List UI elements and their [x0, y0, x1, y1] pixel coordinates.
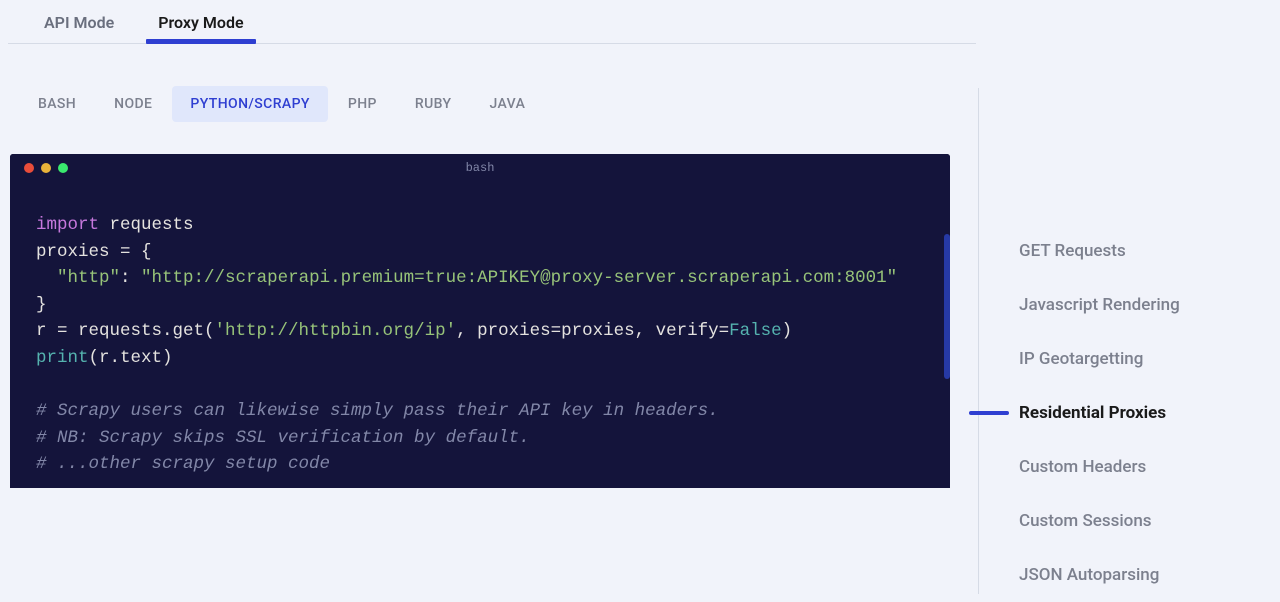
mode-tabs: API Mode Proxy Mode: [8, 0, 976, 44]
code-line: proxies = {: [36, 239, 930, 266]
code-comment: # NB: Scrapy skips SSL verification by d…: [36, 425, 930, 452]
code-id: (r.text): [89, 348, 173, 368]
nav-custom-sessions[interactable]: Custom Sessions: [979, 494, 1278, 548]
code-string-key: "http": [36, 268, 120, 288]
nav-residential-proxies[interactable]: Residential Proxies: [979, 386, 1278, 440]
terminal-header: bash: [10, 154, 950, 182]
code-string: 'http://httpbin.org/ip': [215, 321, 457, 341]
code-line: [36, 372, 930, 399]
code-line: r = requests.get('http://httpbin.org/ip'…: [36, 318, 930, 345]
code-id: ): [782, 321, 793, 341]
code-line: "http": "http://scraperapi.premium=true:…: [36, 265, 930, 292]
code-punct: :: [120, 268, 141, 288]
code-call: print: [36, 348, 89, 368]
lang-tab-bash[interactable]: BASH: [20, 86, 94, 122]
code-line: }: [36, 292, 930, 319]
code-id: , proxies=proxies, verify=: [456, 321, 729, 341]
lang-tab-ruby[interactable]: RUBY: [397, 86, 470, 122]
code-string: "http://scraperapi.premium=true:APIKEY@p…: [141, 268, 897, 288]
lang-tab-node[interactable]: NODE: [96, 86, 170, 122]
scrollbar[interactable]: [944, 234, 950, 379]
terminal-body: import requests proxies = { "http": "htt…: [10, 182, 950, 488]
code-comment: # Scrapy users can likewise simply pass …: [36, 398, 930, 425]
nav-json-autoparsing[interactable]: JSON Autoparsing: [979, 548, 1278, 602]
code-module: requests: [110, 215, 194, 235]
nav-get-requests[interactable]: GET Requests: [979, 224, 1278, 278]
code-line: import requests: [36, 212, 930, 239]
code-id: r = requests.get(: [36, 321, 215, 341]
code-keyword: import: [36, 215, 110, 235]
nav-custom-headers[interactable]: Custom Headers: [979, 440, 1278, 494]
lang-tab-python-scrapy[interactable]: PYTHON/SCRAPY: [172, 86, 328, 122]
section-nav: GET Requests Javascript Rendering IP Geo…: [978, 88, 1278, 594]
terminal: bash import requests proxies = { "http":…: [10, 154, 950, 488]
code-line: print(r.text): [36, 345, 930, 372]
lang-tab-php[interactable]: PHP: [330, 86, 395, 122]
tab-api-mode[interactable]: API Mode: [22, 3, 136, 43]
nav-javascript-rendering[interactable]: Javascript Rendering: [979, 278, 1278, 332]
terminal-title: bash: [10, 161, 950, 175]
tab-proxy-mode[interactable]: Proxy Mode: [136, 3, 265, 43]
code-comment: # ...other scrapy setup code: [36, 451, 930, 478]
code-bool: False: [729, 321, 782, 341]
nav-ip-geotargetting[interactable]: IP Geotargetting: [979, 332, 1278, 386]
lang-tab-java[interactable]: JAVA: [472, 86, 544, 122]
